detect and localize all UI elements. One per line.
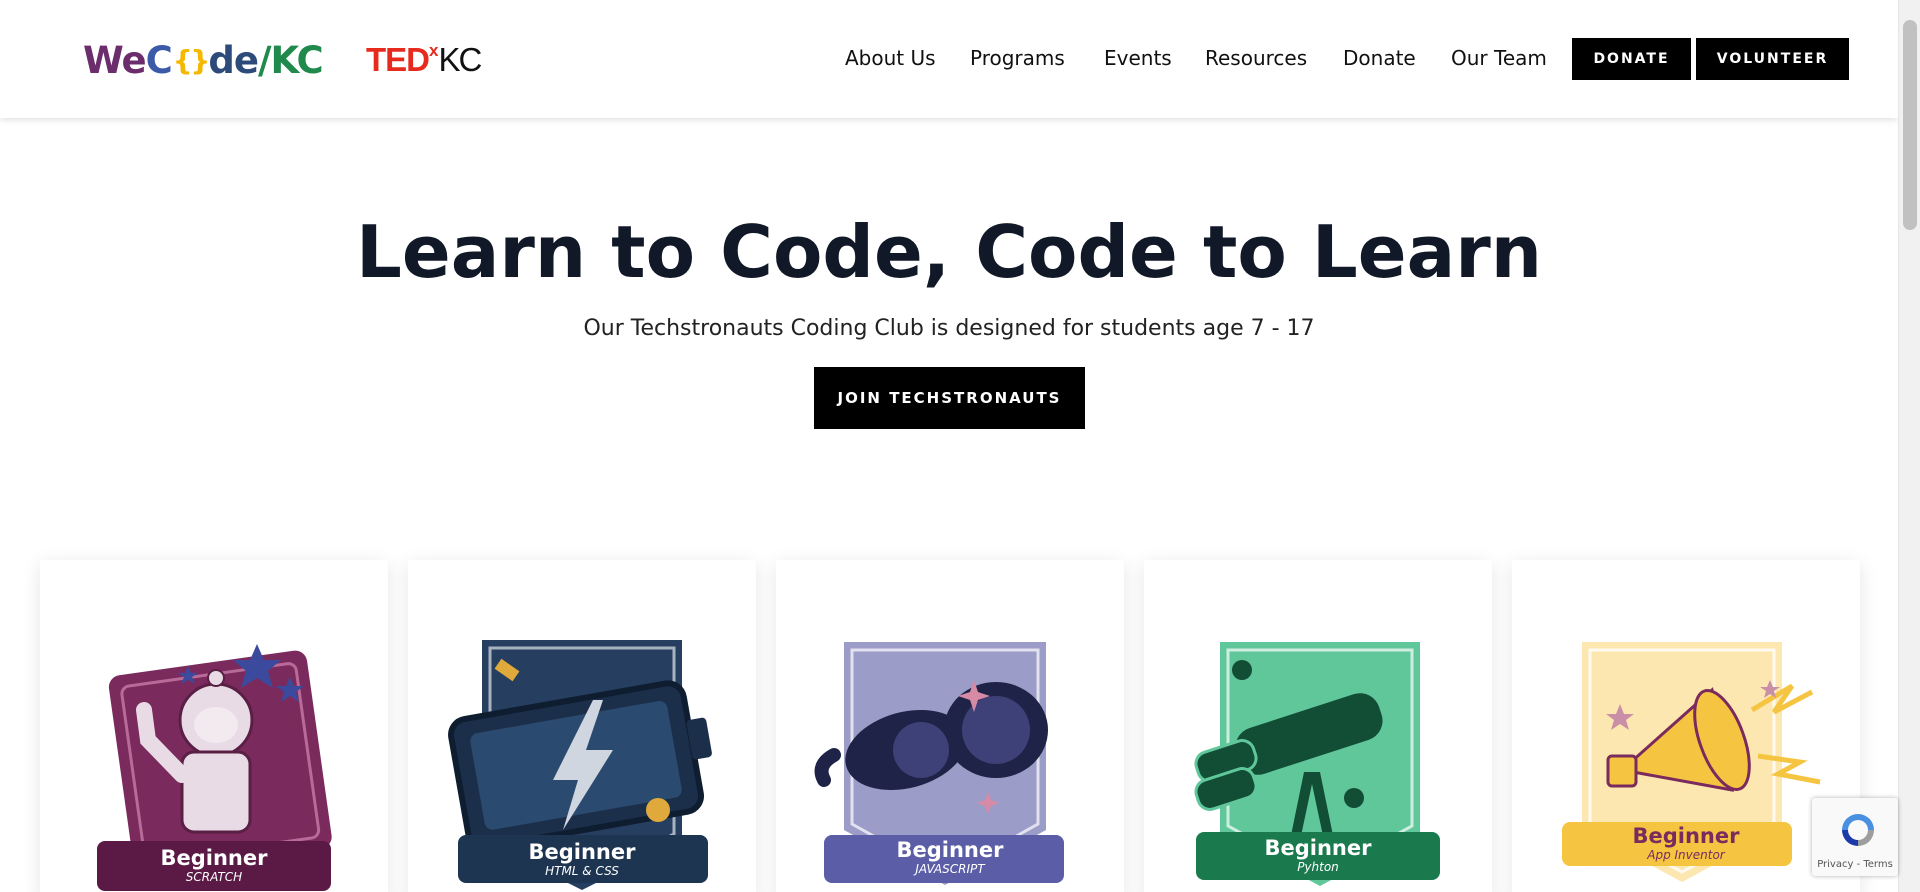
- language-label: JAVASCRIPT: [915, 862, 985, 876]
- join-techstronauts-button[interactable]: JOIN TECHSTRONAUTS: [814, 367, 1085, 429]
- course-card-html-css[interactable]: Beginner HTML & CSS: [408, 560, 756, 892]
- site-header: We C { } de / KC TED x KC About Us Progr…: [0, 0, 1898, 118]
- badge-label-javascript: Beginner JAVASCRIPT: [776, 838, 1124, 876]
- badge-label-html-css: Beginner HTML & CSS: [408, 840, 756, 878]
- nav-programs[interactable]: Programs: [970, 46, 1065, 70]
- nav-about-us[interactable]: About Us: [845, 46, 936, 70]
- nav-events[interactable]: Events: [1104, 46, 1172, 70]
- course-card-python[interactable]: Beginner Pyhton: [1144, 560, 1492, 892]
- level-label: Beginner: [1632, 824, 1740, 848]
- recaptcha-icon: [1842, 814, 1874, 846]
- level-label: Beginner: [896, 838, 1004, 862]
- nav-our-team[interactable]: Our Team: [1451, 46, 1547, 70]
- course-card-app-inventor[interactable]: Beginner App Inventor: [1512, 560, 1860, 892]
- level-label: Beginner: [160, 846, 268, 870]
- course-card-scratch[interactable]: Beginner SCRATCH: [40, 560, 388, 892]
- language-label: SCRATCH: [185, 870, 243, 884]
- badge-label-app-inventor: Beginner App Inventor: [1512, 824, 1860, 862]
- page-scrollbar[interactable]: [1898, 0, 1920, 892]
- volunteer-button[interactable]: VOLUNTEER: [1696, 38, 1849, 80]
- astronaut-icon: [97, 644, 332, 891]
- scrollbar-thumb[interactable]: [1903, 20, 1917, 230]
- donate-button[interactable]: DONATE: [1572, 38, 1691, 80]
- language-label: Pyhton: [1297, 860, 1339, 874]
- nav-donate[interactable]: Donate: [1343, 46, 1416, 70]
- hero-title: Learn to Code, Code to Learn: [356, 210, 1542, 294]
- course-card-javascript[interactable]: Beginner JAVASCRIPT: [776, 560, 1124, 892]
- badge-label-scratch: Beginner SCRATCH: [40, 846, 388, 884]
- level-label: Beginner: [1264, 836, 1372, 860]
- language-label: HTML & CSS: [545, 864, 619, 878]
- recaptcha-links[interactable]: Privacy - Terms: [1812, 859, 1898, 870]
- hero-subtitle: Our Techstronauts Coding Club is designe…: [583, 316, 1315, 341]
- nav-resources[interactable]: Resources: [1205, 46, 1307, 70]
- language-label: App Inventor: [1647, 848, 1725, 862]
- level-label: Beginner: [528, 840, 636, 864]
- badge-label-python: Beginner Pyhton: [1144, 836, 1492, 874]
- recaptcha-badge[interactable]: Privacy - Terms: [1812, 798, 1898, 876]
